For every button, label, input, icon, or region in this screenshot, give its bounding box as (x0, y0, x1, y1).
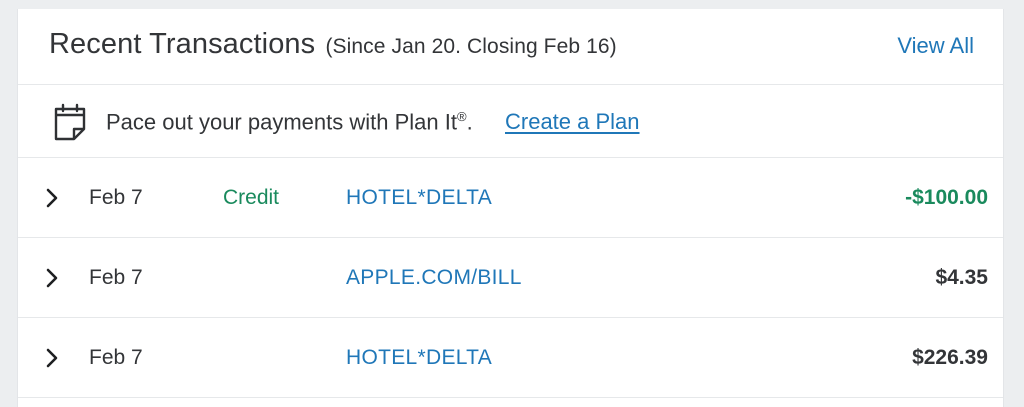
transaction-amount: $4.35 (935, 266, 988, 289)
transaction-amount: -$100.00 (905, 186, 988, 209)
transaction-type: Credit (223, 186, 280, 209)
plan-it-period: . (466, 109, 473, 135)
transaction-merchant[interactable]: HOTEL*DELTA (346, 186, 492, 210)
transaction-list: Feb 7 Credit HOTEL*DELTA -$100.00 Feb 7 … (18, 158, 1003, 398)
plan-it-message: Pace out your payments with Plan It®. (106, 109, 473, 135)
plan-it-banner: Pace out your payments with Plan It®. Cr… (18, 85, 1003, 158)
title-text: Recent Transactions (49, 28, 316, 60)
transaction-row[interactable]: Feb 7 HOTEL*DELTA $226.39 (18, 318, 1003, 398)
plan-it-text: Pace out your payments with Plan It (106, 109, 457, 135)
create-a-plan-link[interactable]: Create a Plan (505, 109, 640, 135)
registered-mark: ® (456, 109, 467, 124)
transaction-date: Feb 7 (89, 186, 143, 209)
transaction-merchant[interactable]: APPLE.COM/BILL (346, 266, 522, 290)
statement-period: (Since Jan 20. Closing Feb 16) (325, 35, 617, 58)
transaction-row[interactable]: Feb 7 Credit HOTEL*DELTA -$100.00 (18, 158, 1003, 238)
recent-transactions-card: Recent Transactions (Since Jan 20. Closi… (17, 9, 1004, 407)
chevron-right-icon[interactable] (45, 267, 59, 289)
view-all-link[interactable]: View All (897, 33, 974, 59)
transaction-amount: $226.39 (912, 346, 988, 369)
transaction-merchant[interactable]: HOTEL*DELTA (346, 346, 492, 370)
chevron-right-icon[interactable] (45, 347, 59, 369)
transaction-date: Feb 7 (89, 346, 143, 369)
chevron-right-icon[interactable] (45, 187, 59, 209)
transaction-date: Feb 7 (89, 266, 143, 289)
card-header: Recent Transactions (Since Jan 20. Closi… (18, 9, 1003, 85)
page-title: Recent Transactions (Since Jan 20. Closi… (49, 28, 617, 61)
transaction-row[interactable]: Feb 7 APPLE.COM/BILL $4.35 (18, 238, 1003, 318)
calendar-note-icon (54, 103, 86, 141)
